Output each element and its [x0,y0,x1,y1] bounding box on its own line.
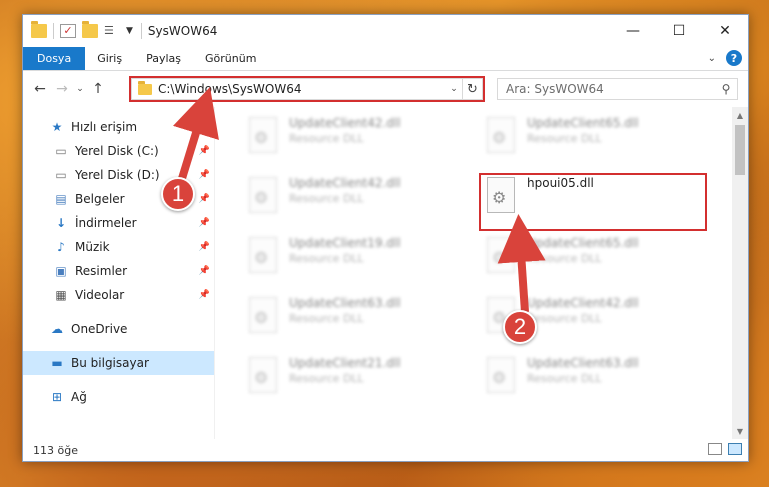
arrow-two [497,214,546,313]
callout-two: 2 [503,310,537,344]
arrow-one [173,87,219,187]
annotation-arrows [173,87,546,313]
callout-one: 1 [161,177,195,211]
